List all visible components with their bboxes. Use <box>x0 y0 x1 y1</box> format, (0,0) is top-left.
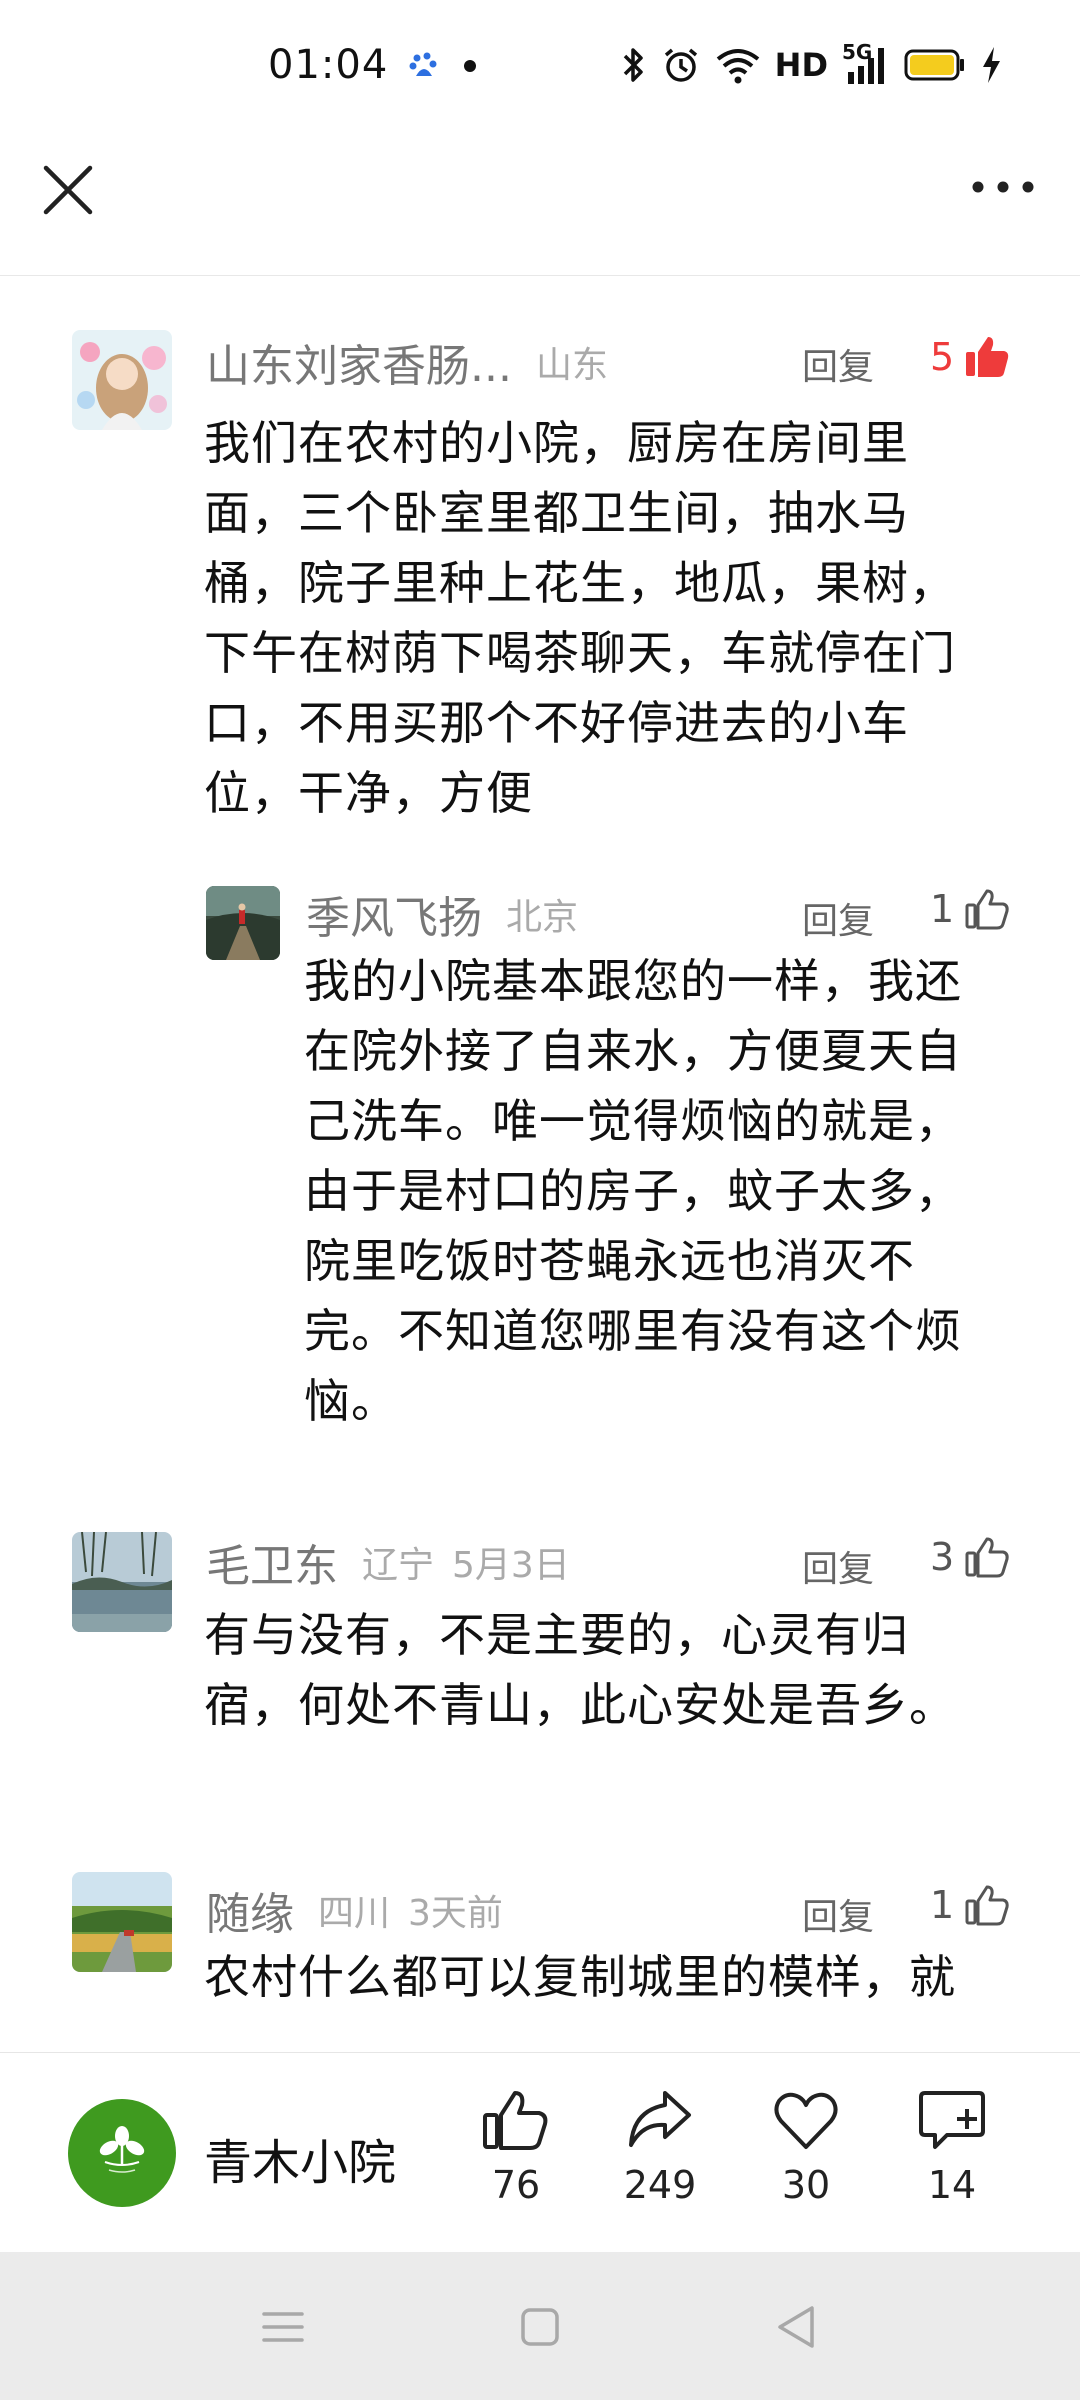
reply-button[interactable]: 回复 <box>802 892 874 944</box>
commenter-location: 辽宁 <box>362 1545 435 1586</box>
thumbs-up-icon <box>965 889 1009 930</box>
share-action[interactable]: 249 <box>600 2087 720 2207</box>
thumbs-up-filled-icon <box>966 337 1009 377</box>
commenter-location: 四川 <box>318 1893 391 1934</box>
avatar[interactable] <box>72 330 172 430</box>
reply-button[interactable]: 回复 <box>802 1888 874 1940</box>
share-icon <box>629 2091 691 2147</box>
comment-text: 我的小院基本跟您的一样，我还 在院外接了自来水，方便夏天自 己洗车。唯一觉得烦恼… <box>304 954 962 1428</box>
comment-total: 14 <box>927 2163 977 2207</box>
thumbs-up-icon <box>965 1885 1009 1926</box>
comment-item: 毛卫东 辽宁 5月3日 回复 3 有与没有，不是主要的，心灵有归 宿，何处不青山… <box>0 1486 1080 1786</box>
baidu-icon <box>409 52 437 76</box>
like-total: 76 <box>491 2163 541 2207</box>
menu-icon[interactable] <box>258 2302 308 2352</box>
comment-reply-item: 季风飞扬 北京 回复 1 我的小院基本跟您的一样，我还 在院外接了自来水，方便夏… <box>0 846 1080 1428</box>
commenter-name[interactable]: 毛卫东 <box>206 1530 338 1594</box>
bluetooth-icon <box>623 48 643 82</box>
brand-name[interactable]: 青木小院 <box>204 2123 396 2193</box>
like-action[interactable]: 76 <box>456 2087 576 2207</box>
share-total: 249 <box>623 2163 697 2207</box>
hd-indicator: HD <box>774 46 828 84</box>
like-button[interactable]: 1 <box>930 886 1010 932</box>
favorite-action[interactable]: 30 <box>746 2087 866 2207</box>
comment-time: 3天前 <box>408 1893 503 1934</box>
home-icon[interactable] <box>515 2302 565 2352</box>
close-icon[interactable] <box>38 160 98 220</box>
thumbs-up-icon <box>483 2091 548 2150</box>
add-comment-icon <box>919 2091 985 2149</box>
status-time: 01:04 <box>268 42 389 88</box>
status-bar: 01:04 HD 5G <box>0 0 1080 130</box>
commenter-location: 山东 <box>535 345 608 386</box>
more-icon[interactable] <box>968 172 1038 202</box>
comment-text: 农村什么都可以复制城里的模样，就 <box>204 1950 956 2004</box>
battery-icon <box>904 49 964 81</box>
signal-icon: 5G <box>842 40 890 86</box>
comment-time: 5月3日 <box>452 1545 570 1586</box>
charging-icon <box>983 47 1000 83</box>
brand-logo[interactable] <box>68 2099 176 2207</box>
action-bar: 青木小院 76 249 30 14 <box>0 2052 1080 2252</box>
comment-text: 有与没有，不是主要的，心灵有归 宿，何处不青山，此心安处是吾乡。 <box>204 1608 956 1732</box>
heart-icon <box>774 2092 838 2149</box>
avatar[interactable] <box>72 1532 172 1632</box>
reply-button[interactable]: 回复 <box>802 1540 874 1592</box>
top-bar <box>0 130 1080 276</box>
like-count: 1 <box>930 887 955 931</box>
dot-icon <box>464 60 476 72</box>
comment-text: 我们在农村的小院，厨房在房间里 面，三个卧室里都卫生间，抽水马 桶，院子里种上花… <box>204 416 956 820</box>
avatar[interactable] <box>72 1872 172 1972</box>
comment-list: 山东刘家香肠... 山东 回复 5 我们在农村的小院，厨房在房间里 面，三个卧室… <box>0 276 1080 2052</box>
system-nav-bar <box>0 2252 1080 2400</box>
commenter-name[interactable]: 山东刘家香肠... <box>206 330 512 394</box>
alarm-icon <box>664 48 697 82</box>
wifi-icon <box>716 49 759 84</box>
reply-button[interactable]: 回复 <box>802 338 874 390</box>
commenter-name[interactable]: 随缘 <box>206 1878 294 1942</box>
comment-action[interactable]: 14 <box>892 2087 1012 2207</box>
favorite-total: 30 <box>781 2163 831 2207</box>
back-icon[interactable] <box>772 2302 822 2352</box>
leaf-logo-icon <box>99 2126 145 2173</box>
like-button[interactable]: 5 <box>930 334 1010 380</box>
like-button[interactable]: 1 <box>930 1882 1010 1928</box>
comment-item: 山东刘家香肠... 山东 回复 5 我们在农村的小院，厨房在房间里 面，三个卧室… <box>0 276 1080 846</box>
like-button[interactable]: 3 <box>930 1534 1010 1580</box>
commenter-name[interactable]: 季风飞扬 <box>306 882 482 946</box>
thumbs-up-icon <box>965 1537 1009 1578</box>
like-count: 5 <box>930 335 955 379</box>
avatar[interactable] <box>206 886 280 960</box>
like-count: 1 <box>930 1883 955 1927</box>
screen: 01:04 HD 5G 山东刘家香肠... 山东 回复 5 我们在农村的小院，厨… <box>0 0 1080 2400</box>
commenter-location: 北京 <box>506 897 579 938</box>
like-count: 3 <box>930 1535 955 1579</box>
comment-item: 随缘 四川 3天前 回复 1 农村什么都可以复制城里的模样，就 <box>0 1872 1080 2052</box>
